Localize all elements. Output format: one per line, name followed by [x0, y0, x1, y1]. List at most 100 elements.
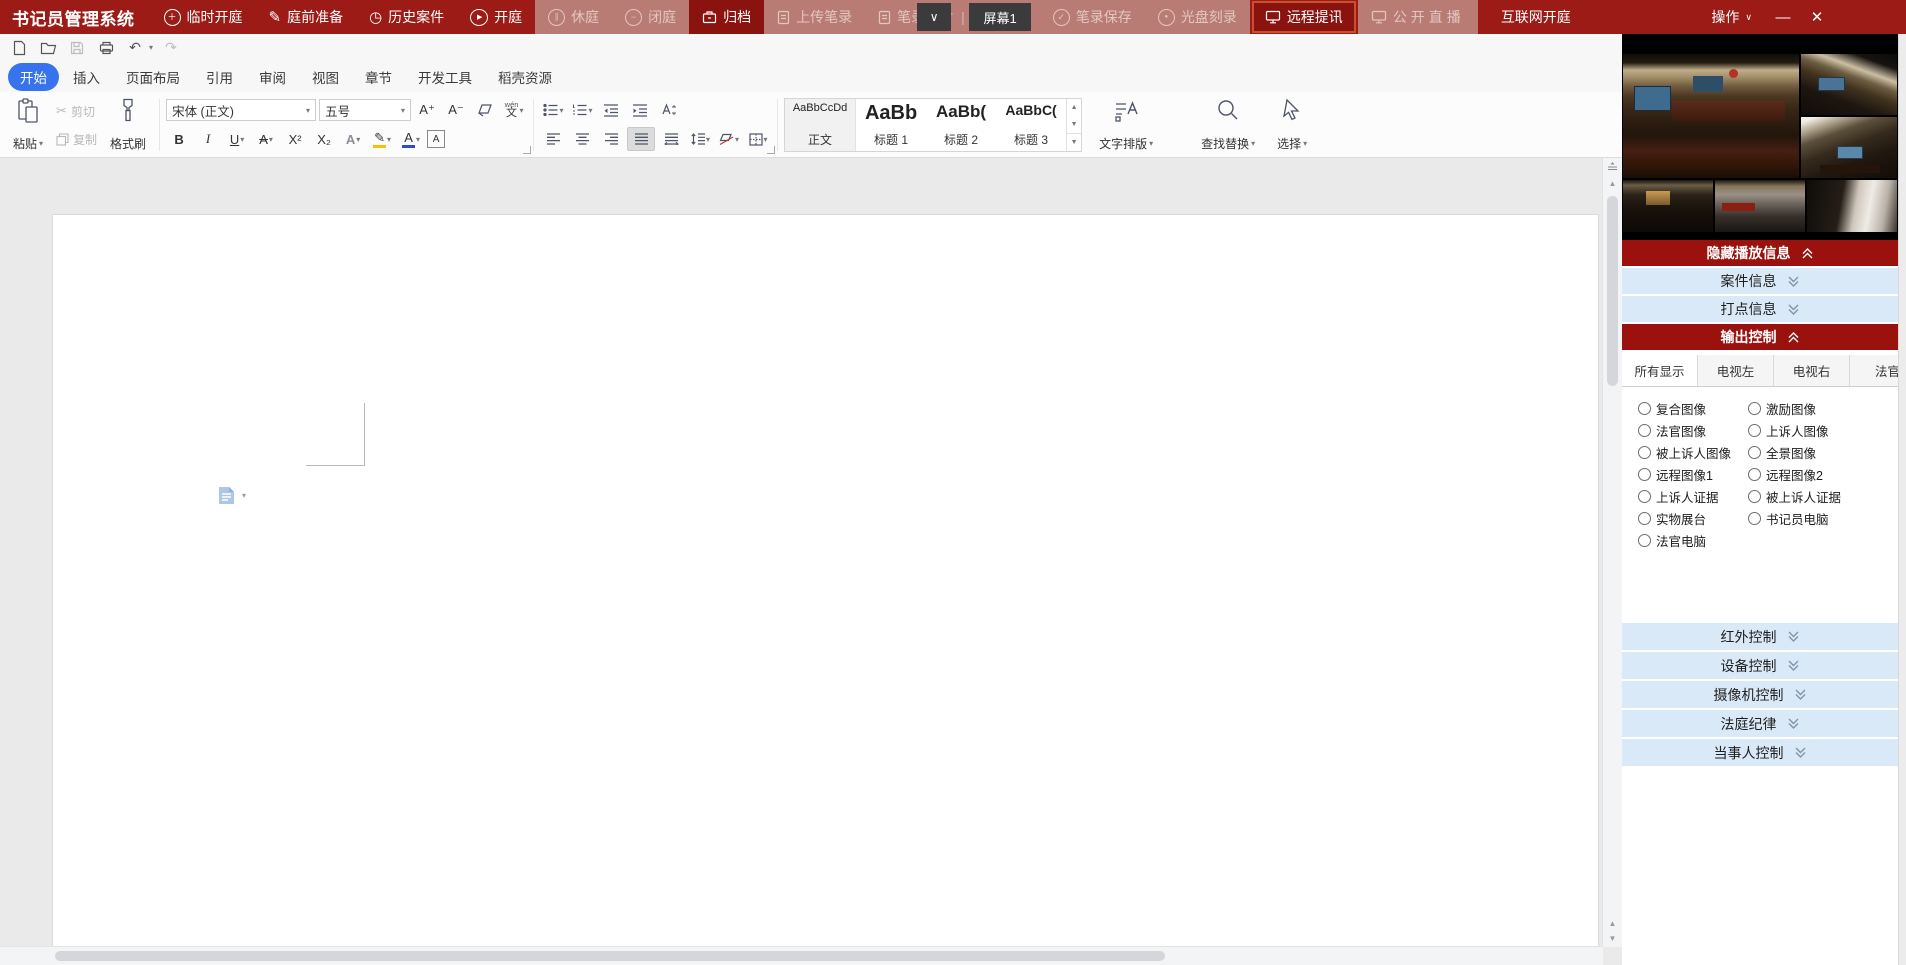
new-document-icon[interactable]	[8, 38, 30, 58]
radio-remote-image-1[interactable]: 远程图像1	[1638, 465, 1748, 484]
document-object-button[interactable]: ▾	[218, 486, 246, 505]
distribute-button[interactable]	[658, 128, 684, 150]
radio-judge-computer[interactable]: 法官电脑	[1638, 531, 1748, 550]
camera-feed-corridor[interactable]	[1807, 180, 1897, 232]
font-color-button[interactable]: A ▾	[398, 128, 424, 150]
superscript-button[interactable]: X²	[282, 128, 308, 150]
menu-item-open-court[interactable]: ▶ 开庭	[457, 0, 535, 34]
vertical-scrollbar[interactable]: ▲ ▲ ▼	[1602, 158, 1622, 947]
radio-panorama-image[interactable]: 全景图像	[1748, 443, 1816, 462]
numbered-list-button[interactable]: ▾	[569, 99, 595, 121]
highlight-color-button[interactable]: ✎ ▾	[369, 128, 395, 150]
tab-page-layout[interactable]: 页面布局	[114, 63, 192, 91]
tab-dev-tools[interactable]: 开发工具	[406, 63, 484, 91]
gallery-more-icon[interactable]: ▼	[1067, 133, 1081, 151]
camera-feed-clerk-desk[interactable]	[1801, 117, 1897, 178]
gallery-up-icon[interactable]: ▲	[1067, 99, 1081, 116]
undo-icon[interactable]: ↶	[124, 38, 146, 58]
output-tab-tv-left[interactable]: 电视左	[1698, 355, 1774, 386]
line-spacing-button[interactable]: ▾	[687, 128, 713, 150]
style-normal[interactable]: AaBbCcDd 正文	[785, 99, 856, 151]
minimize-button[interactable]: —	[1766, 0, 1800, 34]
menu-item-temp-session[interactable]: ＋ 临时开庭	[151, 0, 256, 34]
select-button[interactable]: 选择▾	[1270, 95, 1314, 155]
increase-font-button[interactable]: A⁺	[414, 99, 440, 121]
screen-selector-value[interactable]: 屏幕1	[969, 3, 1031, 31]
menu-item-remote-interrogation[interactable]: 远程提讯	[1252, 1, 1356, 33]
justify-button[interactable]	[627, 127, 655, 151]
screen-selector-chevron[interactable]: ∨	[917, 3, 951, 31]
camera-feed-hallway[interactable]	[1715, 180, 1805, 232]
increase-indent-button[interactable]	[627, 99, 653, 121]
menu-item-history-cases[interactable]: ◷ 历史案件	[356, 0, 457, 34]
output-tab-judge[interactable]: 法官	[1850, 355, 1898, 386]
section-hide-playback-info[interactable]: 隐藏播放信息	[1622, 240, 1898, 266]
align-right-button[interactable]	[598, 128, 624, 150]
style-heading2[interactable]: AaBb( 标题 2	[926, 99, 996, 151]
format-painter-button[interactable]: 格式刷	[103, 95, 153, 155]
next-page-icon[interactable]: ▼	[1609, 934, 1617, 943]
menu-item-internet-court[interactable]: 互联网开庭	[1488, 0, 1584, 34]
shading-button[interactable]: ▾	[716, 128, 742, 150]
radio-incentive-image[interactable]: 激励图像	[1748, 399, 1816, 418]
tab-view[interactable]: 视图	[300, 63, 351, 91]
scroll-up-icon[interactable]: ▲	[1609, 179, 1617, 188]
radio-appellee-image[interactable]: 被上诉人图像	[1638, 443, 1748, 462]
align-center-button[interactable]	[569, 128, 595, 150]
text-effects-button[interactable]: A▾	[340, 128, 366, 150]
radio-appellant-image[interactable]: 上诉人图像	[1748, 421, 1829, 440]
decrease-indent-button[interactable]	[598, 99, 624, 121]
paste-button[interactable]: 粘贴▾	[6, 95, 50, 155]
vertical-scroll-thumb[interactable]	[1607, 196, 1618, 386]
clear-format-icon[interactable]	[472, 99, 498, 121]
radio-physical-exhibit-stand[interactable]: 实物展台	[1638, 509, 1748, 528]
gallery-down-icon[interactable]: ▼	[1067, 116, 1081, 133]
font-size-select[interactable]: 五号▾	[319, 99, 411, 121]
character-scale-button[interactable]	[656, 99, 682, 121]
print-icon[interactable]	[95, 38, 117, 58]
find-replace-button[interactable]: 查找替换▾	[1194, 95, 1262, 155]
bullet-list-button[interactable]: ▾	[540, 99, 566, 121]
output-tab-all-displays[interactable]: 所有显示	[1622, 355, 1698, 387]
italic-button[interactable]: I	[195, 128, 221, 150]
section-infrared-control[interactable]: 红外控制	[1622, 623, 1898, 650]
previous-page-icon[interactable]: ▲	[1609, 919, 1617, 928]
tab-home[interactable]: 开始	[8, 63, 59, 91]
document-page[interactable]	[52, 214, 1599, 965]
menu-item-archive[interactable]: 归档	[689, 0, 764, 34]
radio-composite-image[interactable]: 复合图像	[1638, 399, 1748, 418]
camera-feed-main-courtroom[interactable]	[1623, 54, 1799, 178]
section-court-discipline[interactable]: 法庭纪律	[1622, 710, 1898, 737]
font-name-select[interactable]: 宋体 (正文)▾	[166, 99, 316, 121]
menu-item-pretrial-prep[interactable]: ✎ 庭前准备	[256, 0, 357, 34]
section-party-control[interactable]: 当事人控制	[1622, 739, 1898, 766]
open-folder-icon[interactable]	[37, 38, 59, 58]
tab-review[interactable]: 审阅	[247, 63, 298, 91]
sidebar-scroll-strip[interactable]	[1898, 34, 1906, 965]
radio-remote-image-2[interactable]: 远程图像2	[1748, 465, 1823, 484]
style-heading1[interactable]: AaBb 标题 1	[856, 99, 926, 151]
radio-clerk-computer[interactable]: 书记员电脑	[1748, 509, 1829, 528]
radio-judge-image[interactable]: 法官图像	[1638, 421, 1748, 440]
section-output-control[interactable]: 输出控制	[1622, 324, 1898, 350]
radio-appellant-evidence[interactable]: 上诉人证据	[1638, 487, 1748, 506]
section-device-control[interactable]: 设备控制	[1622, 652, 1898, 679]
tab-references[interactable]: 引用	[194, 63, 245, 91]
character-border-button[interactable]: A	[427, 130, 445, 148]
align-left-button[interactable]	[540, 128, 566, 150]
horizontal-scrollbar[interactable]	[0, 946, 1603, 965]
pinyin-guide-button[interactable]: wén文 ▾	[501, 99, 527, 121]
camera-feed-gallery[interactable]	[1623, 180, 1713, 232]
tab-docer-resources[interactable]: 稻壳资源	[486, 63, 564, 91]
underline-button[interactable]: U▾	[224, 128, 250, 150]
bold-button[interactable]: B	[166, 128, 192, 150]
style-heading3[interactable]: AaBbC( 标题 3	[996, 99, 1066, 151]
section-camera-control[interactable]: 摄像机控制	[1622, 681, 1898, 708]
paragraph-dialog-launcher[interactable]	[767, 146, 775, 154]
tab-insert[interactable]: 插入	[61, 63, 112, 91]
ruler-toggle-icon[interactable]	[1607, 161, 1618, 171]
output-tab-tv-right[interactable]: 电视右	[1774, 355, 1850, 386]
tab-section[interactable]: 章节	[353, 63, 404, 91]
operation-menu[interactable]: 操作 ∨	[1697, 0, 1766, 34]
camera-feed-side-angle[interactable]	[1801, 54, 1897, 115]
